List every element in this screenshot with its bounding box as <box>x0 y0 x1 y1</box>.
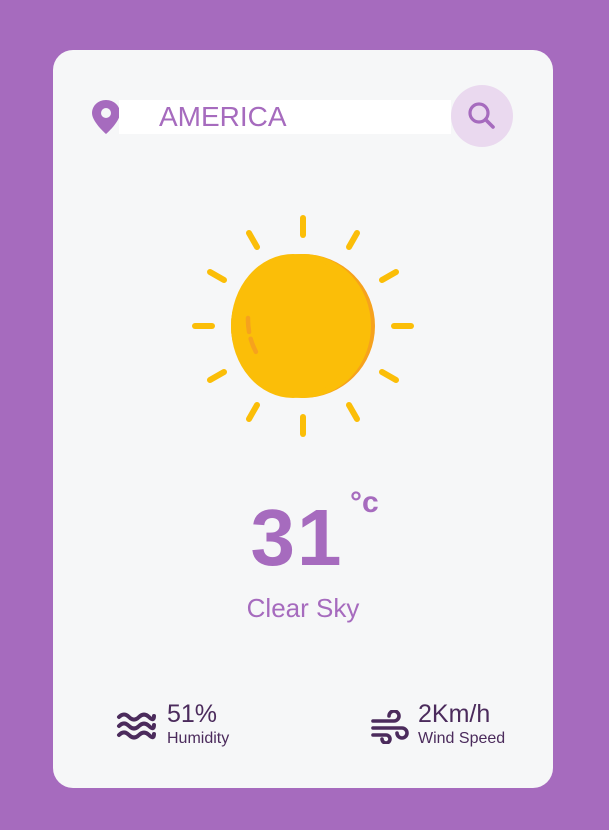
humidity-label: Humidity <box>167 730 230 747</box>
wind-value: 2Km/h <box>418 700 491 728</box>
humidity-value: 51% <box>167 700 218 728</box>
weather-condition: Clear Sky <box>246 593 360 623</box>
search-bar <box>89 85 517 149</box>
weather-card: 31 °c Clear Sky 51% Humidity <box>53 50 553 788</box>
sun-icon <box>190 213 416 439</box>
wind-icon <box>370 709 410 745</box>
temperature-value: 31 <box>250 493 344 582</box>
waves-icon <box>116 710 156 744</box>
map-pin-icon <box>89 99 123 135</box>
wind-label: Wind Speed <box>418 730 506 747</box>
temperature-unit: °c <box>350 486 379 519</box>
search-input[interactable] <box>119 100 451 134</box>
temperature-display: 31 °c <box>53 486 553 578</box>
search-button[interactable] <box>451 85 513 147</box>
